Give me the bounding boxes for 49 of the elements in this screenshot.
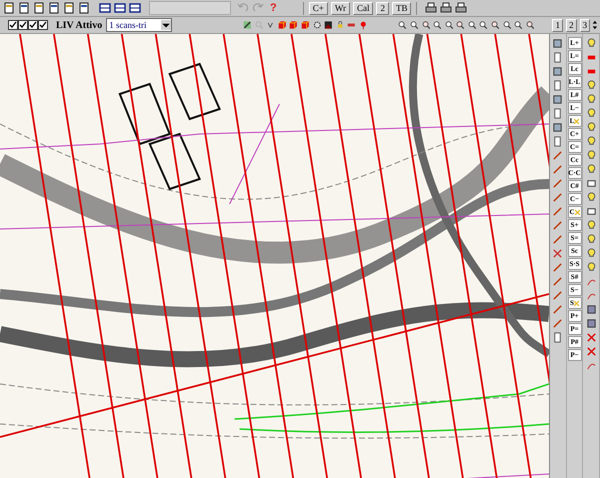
pencil-icon[interactable] [243,19,252,31]
toolbar-file-icon[interactable] [3,2,15,14]
zoom-icon[interactable] [422,19,430,31]
zoom-icon[interactable] [410,19,419,31]
zoom-icon[interactable] [468,19,476,31]
printer-icon[interactable] [440,2,452,14]
window-layout-icon[interactable] [129,2,141,14]
cube-icon[interactable] [289,19,298,31]
zoom-icon[interactable] [456,19,465,31]
cross-icon [574,210,580,214]
cross-icon [574,300,579,306]
layer-dropdown[interactable]: 1 scans-tri [106,18,172,32]
layer-checkbox[interactable] [38,20,48,30]
printer-icon[interactable] [455,2,468,14]
zoom-icon[interactable] [433,19,442,31]
command-button[interactable]: Wr [330,2,350,14]
layer-checkbox[interactable] [8,20,18,30]
toolbar-file-icon[interactable] [18,2,30,14]
layer-checkbox[interactable] [28,20,38,30]
window-layout-icon[interactable] [99,2,111,14]
zoom-icon[interactable] [526,19,534,31]
zoom-icon[interactable] [502,19,512,31]
pin-icon[interactable] [358,19,368,31]
cube-icon[interactable] [278,19,286,31]
view-button[interactable]: 3 [580,18,590,32]
toolbar-file-icon[interactable] [48,2,60,14]
window-layout-icon[interactable] [114,2,126,14]
zoom-icon[interactable] [479,19,488,31]
toolbar-file-icon[interactable] [63,2,75,14]
command-button[interactable]: C+ [308,2,328,14]
command-button[interactable]: Cal [352,2,374,14]
command-button[interactable]: TB [392,2,412,14]
zoom-icon[interactable] [398,19,408,31]
spinner-arrows-icon[interactable] [592,18,598,32]
toolbar-file-icon[interactable] [78,2,90,14]
dark-square-icon[interactable] [324,19,333,31]
zoom-icon[interactable] [444,19,454,31]
view-button[interactable]: 2 [566,18,577,32]
toolbar-file-icon[interactable] [33,2,45,14]
cube-icon[interactable] [300,19,310,31]
active-layer-label: LIV Attivo [56,20,102,30]
lock-icon[interactable] [336,19,344,31]
view-button[interactable]: 1 [552,18,564,32]
printer-icon[interactable] [425,2,438,14]
cross-icon [574,118,580,124]
zoom-icon[interactable] [490,19,500,31]
layer-checkbox[interactable] [18,20,28,30]
command-button[interactable]: 2 [376,2,389,14]
zoom-icon[interactable] [514,19,523,31]
